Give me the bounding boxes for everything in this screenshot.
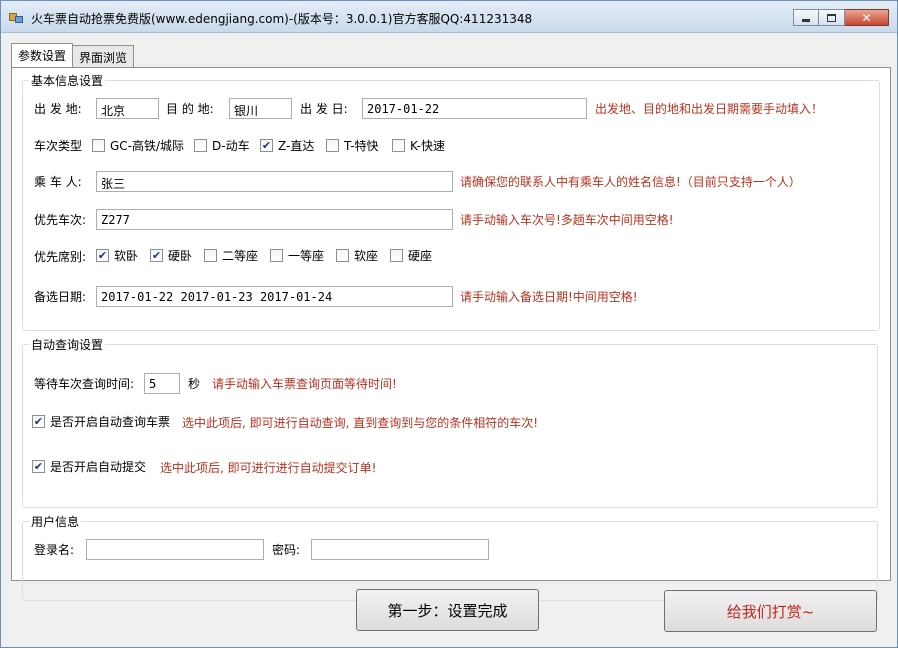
- window-title: 火车票自动抢票免费版(www.edengjiang.com)-(版本号：3.0.…: [31, 12, 533, 26]
- alt-dates-input[interactable]: 2017-01-22 2017-01-23 2017-01-24: [96, 286, 453, 307]
- title-bar[interactable]: 火车票自动抢票免费版(www.edengjiang.com)-(版本号：3.0.…: [1, 1, 897, 33]
- login-label: 登录名:: [34, 543, 75, 557]
- required-hint: 出发地、目的地和出发日期需要手动填入！: [595, 102, 824, 116]
- passenger-label: 乘 车 人:: [34, 175, 82, 189]
- seat-first-class[interactable]: 一等座: [270, 247, 324, 264]
- close-button[interactable]: ✕: [845, 9, 889, 26]
- wait-unit: 秒: [188, 377, 201, 391]
- wait-hint: 请手动输入车票查询页面等待时间!: [212, 377, 397, 391]
- checkbox-label: 是否开启自动提交: [50, 460, 147, 474]
- from-input[interactable]: 北京: [96, 98, 159, 119]
- train-type-z[interactable]: ✔ Z-直达: [260, 137, 314, 154]
- settings-panel: 基本信息设置 出 发 地: 北京 目 的 地: 银川 出 发 日: 2017-0…: [11, 67, 891, 601]
- checkbox[interactable]: [92, 139, 105, 152]
- priority-train-input[interactable]: Z277: [96, 209, 453, 230]
- checkbox-label: K-快速: [410, 139, 445, 153]
- maximize-button[interactable]: [819, 9, 845, 26]
- checkbox[interactable]: ✔: [32, 460, 45, 473]
- checkbox-label: 一等座: [288, 249, 325, 263]
- checkbox[interactable]: [392, 139, 405, 152]
- tab-settings[interactable]: 参数设置: [11, 43, 74, 67]
- seat-soft-sleeper[interactable]: ✔ 软卧: [96, 247, 138, 264]
- login-input[interactable]: [86, 539, 264, 560]
- wait-label: 等待车次查询时间:: [34, 377, 135, 391]
- priority-train-hint: 请手动输入车次号!多趟车次中间用空格!: [460, 213, 674, 227]
- checkbox[interactable]: [336, 249, 349, 262]
- app-icon: [9, 11, 23, 23]
- basic-info-title: 基本信息设置: [29, 72, 106, 89]
- train-type-gc[interactable]: GC-高铁/城际: [92, 137, 184, 154]
- checkbox-label: T-特快: [344, 139, 379, 153]
- auto-query-option[interactable]: ✔ 是否开启自动查询车票: [32, 413, 170, 430]
- app-window: 火车票自动抢票免费版(www.edengjiang.com)-(版本号：3.0.…: [0, 0, 898, 648]
- checkbox-label: D-动车: [212, 139, 250, 153]
- seat-hard-seat[interactable]: 硬座: [390, 247, 432, 264]
- train-type-t[interactable]: T-特快: [326, 137, 379, 154]
- checkbox-label: 软座: [354, 249, 379, 263]
- from-label: 出 发 地:: [34, 102, 82, 116]
- train-type-k[interactable]: K-快速: [392, 137, 445, 154]
- checkbox[interactable]: [326, 139, 339, 152]
- checkbox-label: 硬卧: [168, 249, 193, 263]
- user-info-title: 用户信息: [29, 513, 82, 530]
- alt-dates-hint: 请手动输入备选日期!中间用空格!: [460, 290, 638, 304]
- train-type-label: 车次类型: [34, 139, 83, 153]
- checkbox-label: GC-高铁/城际: [110, 139, 185, 153]
- close-icon: ✕: [861, 10, 872, 25]
- priority-train-label: 优先车次:: [34, 213, 87, 227]
- alt-dates-label: 备选日期:: [34, 290, 87, 304]
- to-input[interactable]: 银川: [229, 98, 292, 119]
- minimize-button[interactable]: [793, 9, 819, 26]
- password-label: 密码:: [272, 543, 301, 557]
- auto-query-hint: 选中此项后, 即可进行自动查询, 直到查询到与您的条件相符的车次!: [182, 416, 539, 430]
- step1-button[interactable]: 第一步：设置完成: [356, 589, 539, 631]
- seat-label: 优先席别:: [34, 250, 87, 264]
- reward-button[interactable]: 给我们打赏~: [664, 590, 877, 632]
- tab-strip: 参数设置 界面浏览: [11, 43, 135, 67]
- train-type-d[interactable]: D-动车: [194, 137, 250, 154]
- basic-info-group: 基本信息设置 出 发 地: 北京 目 的 地: 银川 出 发 日: 2017-0…: [22, 72, 880, 331]
- checkbox[interactable]: ✔: [32, 415, 45, 428]
- tab-browser[interactable]: 界面浏览: [73, 45, 135, 67]
- checkbox[interactable]: [204, 249, 217, 262]
- date-input[interactable]: 2017-01-22: [362, 98, 587, 119]
- checkbox[interactable]: [390, 249, 403, 262]
- passenger-hint: 请确保您的联系人中有乘车人的姓名信息!（目前只支持一个人）: [460, 175, 801, 189]
- maximize-icon: [827, 13, 836, 22]
- passenger-input[interactable]: 张三: [96, 171, 453, 192]
- checkbox-label: 软卧: [114, 249, 139, 263]
- auto-query-title: 自动查询设置: [29, 336, 106, 353]
- auto-submit-option[interactable]: ✔ 是否开启自动提交: [32, 458, 146, 475]
- seat-soft-seat[interactable]: 软座: [336, 247, 378, 264]
- seat-hard-sleeper[interactable]: ✔ 硬卧: [150, 247, 192, 264]
- checkbox[interactable]: ✔: [150, 249, 163, 262]
- checkbox[interactable]: ✔: [96, 249, 109, 262]
- checkbox-label: 是否开启自动查询车票: [50, 415, 171, 429]
- date-label: 出 发 日:: [300, 102, 348, 116]
- seat-second-class[interactable]: 二等座: [204, 247, 258, 264]
- minimize-icon: [802, 19, 810, 22]
- checkbox[interactable]: [270, 249, 283, 262]
- password-input[interactable]: [311, 539, 489, 560]
- checkbox[interactable]: [194, 139, 207, 152]
- checkbox-label: 二等座: [222, 249, 259, 263]
- auto-query-group: 自动查询设置 等待车次查询时间: 5 秒 请手动输入车票查询页面等待时间! ✔ 是…: [22, 336, 878, 508]
- checkbox[interactable]: ✔: [260, 139, 273, 152]
- wait-input[interactable]: 5: [144, 373, 180, 394]
- to-label: 目 的 地:: [166, 102, 214, 116]
- auto-submit-hint: 选中此项后, 即可进行进行自动提交订单!: [160, 461, 377, 475]
- checkbox-label: 硬座: [408, 249, 433, 263]
- checkbox-label: Z-直达: [278, 139, 315, 153]
